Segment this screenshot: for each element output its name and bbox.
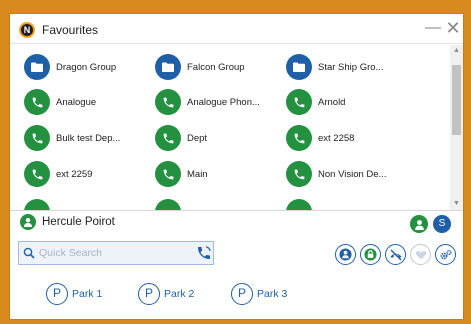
phone-icon [155, 89, 181, 115]
hangup-icon [390, 249, 401, 260]
title-bar[interactable]: N Favourites — ✕ [10, 14, 463, 44]
favourite-label: Arnold [318, 96, 346, 108]
favourite-label: Non Vision De... [318, 168, 387, 180]
favourite-item[interactable]: ext 2259 [24, 159, 149, 189]
phone-icon [24, 89, 50, 115]
favourite-item[interactable]: Analogue [24, 87, 149, 117]
section-divider [10, 210, 463, 211]
phone-icon [286, 89, 312, 115]
presence-icon[interactable] [410, 215, 428, 233]
phone-icon [24, 161, 50, 187]
park-label: Park 3 [257, 288, 288, 300]
favourite-label: Dragon Group [56, 61, 117, 73]
park-slot-3[interactable]: P Park 3 [231, 283, 287, 305]
phone-icon[interactable] [155, 199, 181, 210]
park-slot-1[interactable]: P Park 1 [46, 283, 102, 305]
dial-phone-icon[interactable] [196, 245, 212, 261]
favourite-label: Bulk test Dep... [56, 132, 121, 144]
phone-icon [155, 161, 181, 187]
heart-icon [415, 250, 426, 259]
scroll-thumb[interactable] [452, 65, 461, 135]
park-icon: P [231, 283, 253, 305]
favourite-item[interactable]: Falcon Group [155, 52, 280, 82]
phone-icon [155, 125, 181, 151]
favourite-item[interactable]: Star Ship Gro... [286, 52, 411, 82]
favourite-item[interactable]: Non Vision De... [286, 159, 411, 189]
phone-icon [24, 125, 50, 151]
favourite-item[interactable]: Main [155, 159, 280, 189]
contacts-button[interactable] [335, 244, 356, 265]
phone-icon[interactable] [24, 199, 50, 210]
favourite-button[interactable] [410, 244, 431, 265]
close-button[interactable]: ✕ [444, 19, 462, 37]
favourite-item[interactable]: Analogue Phon... [155, 87, 280, 117]
folder-icon [286, 54, 312, 80]
scroll-down-arrow-icon[interactable]: ▼ [450, 198, 463, 210]
window-frame: N Favourites — ✕ Dragon Group Falcon Gro… [0, 0, 471, 324]
settings-icon [440, 249, 452, 259]
park-label: Park 1 [72, 288, 103, 300]
favourite-label: Analogue [56, 96, 97, 108]
minimize-button[interactable]: — [424, 19, 442, 37]
favourite-item[interactable]: ext 2258 [286, 123, 411, 153]
settings-button[interactable] [435, 244, 456, 265]
user-avatar-icon [20, 214, 36, 230]
park-icon: P [46, 283, 68, 305]
favourites-grid: Dragon Group Falcon Group Star Ship Gro.… [10, 45, 463, 210]
favourite-item[interactable]: Dept [155, 123, 280, 153]
contacts-icon [339, 248, 352, 261]
quick-search-box[interactable] [18, 241, 214, 265]
folder-icon [155, 54, 181, 80]
voicemail-button[interactable] [360, 244, 381, 265]
favourite-item[interactable]: Arnold [286, 87, 411, 117]
park-icon: P [138, 283, 160, 305]
hangup-button[interactable] [385, 244, 406, 265]
favourite-item[interactable]: Dragon Group [24, 52, 149, 82]
park-label: Park 2 [164, 288, 195, 300]
voicemail-lock-icon [364, 248, 377, 261]
park-slot-2[interactable]: P Park 2 [138, 283, 194, 305]
favourites-window: N Favourites — ✕ Dragon Group Falcon Gro… [9, 13, 464, 320]
favourite-label: ext 2258 [318, 132, 355, 144]
app-logo-icon: N [19, 22, 35, 38]
favourite-item[interactable]: Bulk test Dep... [24, 123, 149, 153]
phone-icon[interactable] [286, 199, 312, 210]
folder-icon [24, 54, 50, 80]
search-icon [23, 247, 35, 259]
favourite-label: Dept [187, 132, 208, 144]
scroll-up-arrow-icon[interactable]: ▲ [450, 45, 463, 57]
phone-icon [286, 125, 312, 151]
favourite-label: Analogue Phon... [187, 96, 260, 108]
status-badge[interactable]: S [433, 215, 451, 233]
favourite-label: Star Ship Gro... [318, 61, 384, 73]
search-input[interactable] [39, 244, 189, 262]
user-name: Hercule Poirot [42, 216, 115, 228]
favourite-label: Falcon Group [187, 61, 245, 73]
favourite-label: Main [187, 168, 208, 180]
window-title: Favourites [42, 23, 99, 37]
favourites-scrollbar[interactable]: ▲ ▼ [450, 45, 463, 210]
favourite-label: ext 2259 [56, 168, 93, 180]
phone-icon [286, 161, 312, 187]
